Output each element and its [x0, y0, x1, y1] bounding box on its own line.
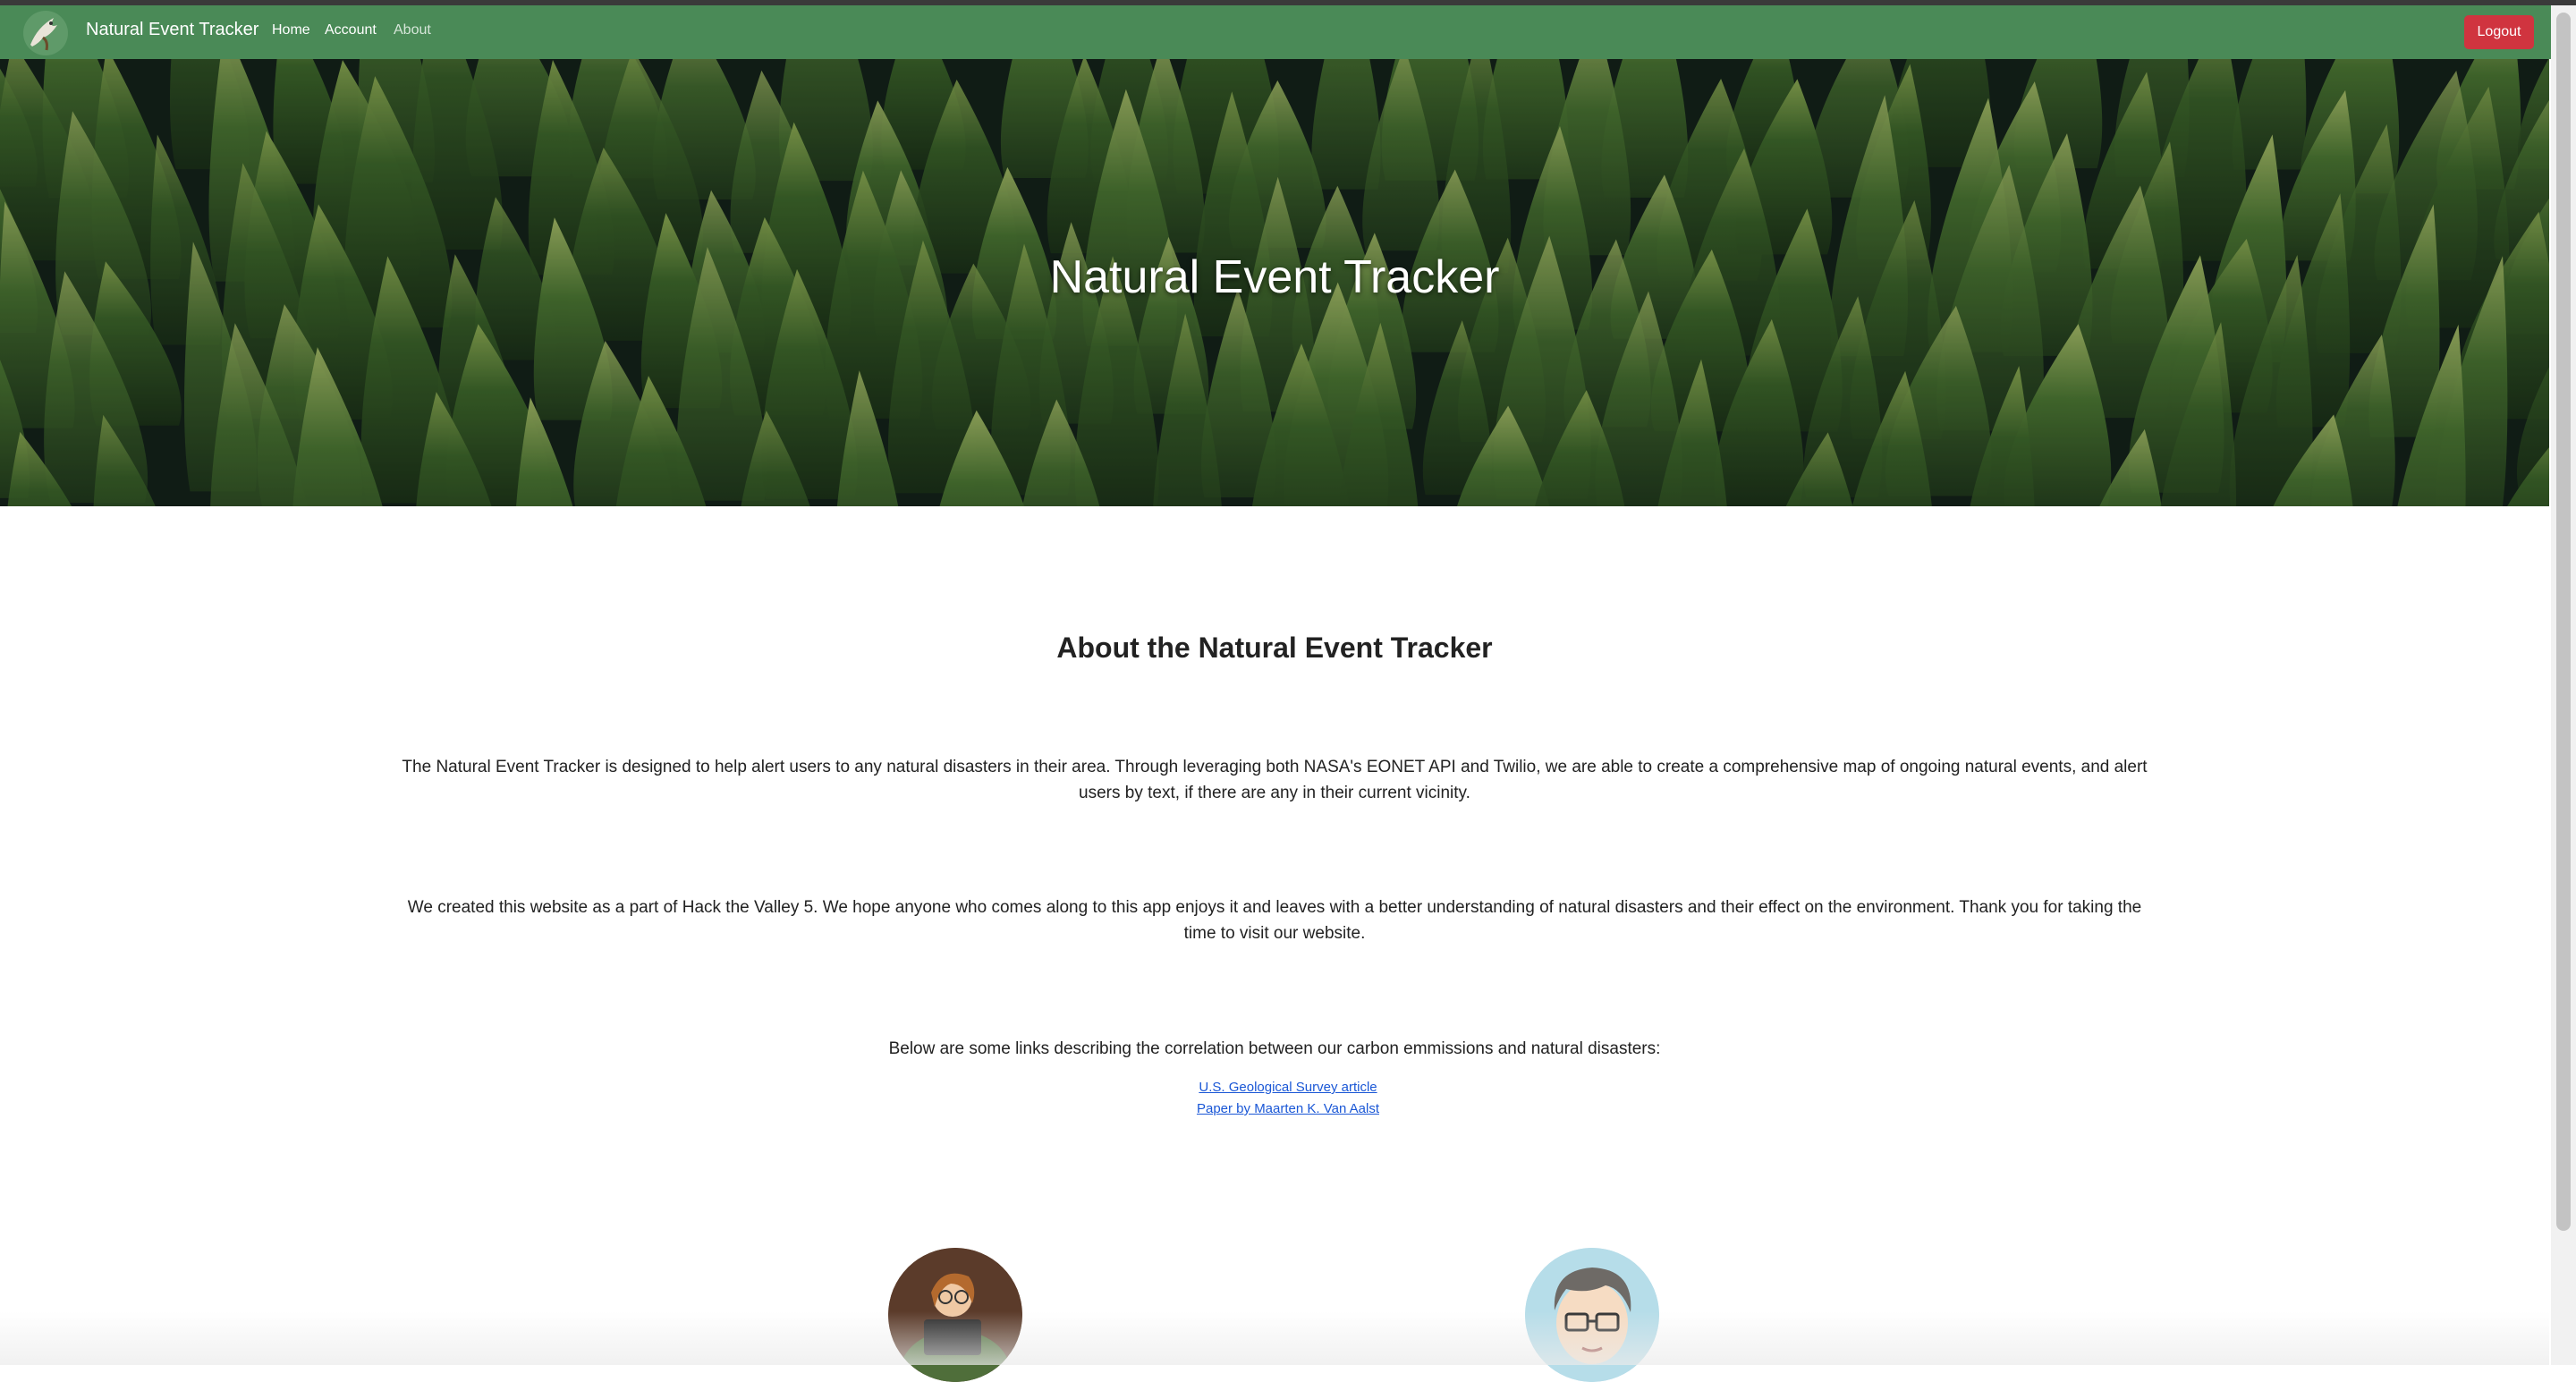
logout-button[interactable]: Logout	[2464, 15, 2534, 49]
bottom-fade	[0, 1311, 2549, 1365]
scrollbar-thumb[interactable]	[2556, 13, 2571, 1231]
nav-home-link[interactable]: Home	[272, 22, 310, 38]
brand-name[interactable]: Natural Event Tracker	[86, 20, 258, 40]
usgs-article-link[interactable]: U.S. Geological Survey article	[0, 1080, 2576, 1095]
nav-account-link[interactable]: Account	[325, 22, 377, 38]
navbar: Natural Event Tracker Home Account About…	[0, 5, 2551, 59]
van-aalst-paper-link[interactable]: Paper by Maarten K. Van Aalst	[0, 1101, 2576, 1116]
hero-title: Natural Event Tracker	[1049, 251, 1500, 303]
eagle-logo-icon[interactable]	[21, 9, 70, 57]
links-intro-text: Below are some links describing the corr…	[888, 1039, 1661, 1058]
about-paragraph-2: We created this website as a part of Hac…	[407, 898, 2142, 943]
about-heading: About the Natural Event Tracker	[1056, 632, 1493, 664]
nav-about-link[interactable]: About	[394, 22, 431, 38]
about-paragraph-1: The Natural Event Tracker is designed to…	[402, 758, 2148, 802]
hero-banner: Natural Event Tracker	[0, 59, 2549, 506]
